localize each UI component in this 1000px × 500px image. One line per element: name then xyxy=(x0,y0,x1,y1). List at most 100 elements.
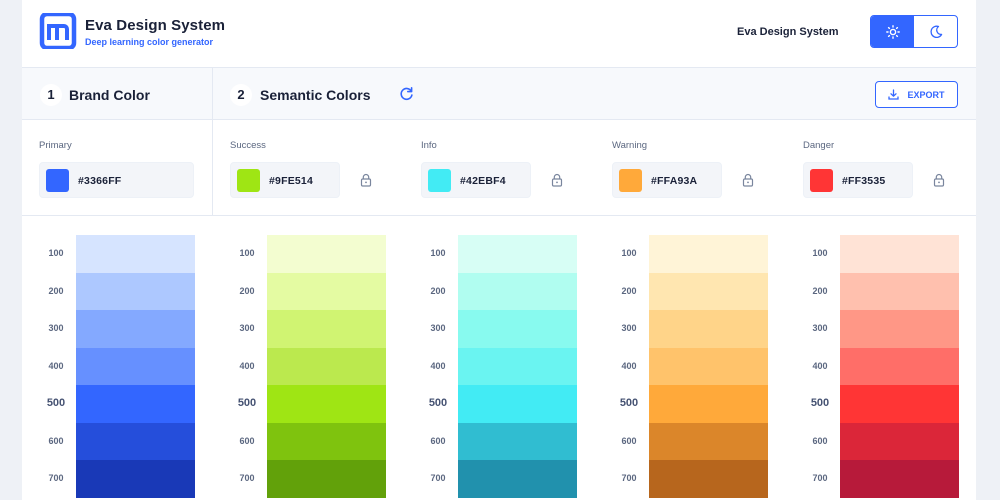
info-lock-icon[interactable] xyxy=(551,173,563,187)
warning-color-input[interactable]: #FFA93A xyxy=(612,162,722,198)
primary-color-input[interactable]: #3366FF xyxy=(39,162,194,198)
danger-shade-label: 400 xyxy=(812,360,828,371)
warning-shade-300[interactable] xyxy=(649,310,768,348)
info-shade-500[interactable] xyxy=(458,385,577,423)
danger-shade-label: 700 xyxy=(812,473,828,483)
warning-lock-icon[interactable] xyxy=(742,173,754,187)
success-color-input[interactable]: #9FE514 xyxy=(230,162,340,198)
success-shade-label: 300 xyxy=(239,323,255,333)
warning-shade-100[interactable] xyxy=(649,235,768,273)
sun-icon xyxy=(885,24,900,39)
warning-shade-label: 300 xyxy=(621,323,637,333)
export-button[interactable]: EXPORT xyxy=(875,81,958,108)
danger-swatch[interactable] xyxy=(810,169,833,192)
warning-shade-label: 100 xyxy=(621,248,637,258)
warning-shade-label: 600 xyxy=(621,435,637,446)
danger-lock-icon[interactable] xyxy=(933,173,945,187)
info-shade-label: 200 xyxy=(430,285,446,296)
brand-color-heading: Brand Color xyxy=(69,87,150,103)
warning-shade-600[interactable] xyxy=(649,422,768,461)
primary-shade-300[interactable] xyxy=(76,310,195,348)
info-color-input[interactable]: #42EBF4 xyxy=(421,162,531,198)
success-swatch[interactable] xyxy=(237,169,260,192)
success-shade-100[interactable] xyxy=(267,235,386,273)
primary-shade-100[interactable] xyxy=(76,235,195,273)
app-subtitle: Deep learning color generator xyxy=(85,37,214,47)
danger-shade-label: 500 xyxy=(810,397,830,409)
danger-shade-500[interactable] xyxy=(840,385,959,423)
success-shade-label: 100 xyxy=(239,248,255,258)
primary-shade-200[interactable] xyxy=(76,272,195,311)
info-hex: #42EBF4 xyxy=(460,175,506,187)
primary-shade-label: 100 xyxy=(48,248,64,258)
danger-shade-label: 600 xyxy=(812,435,828,446)
theme-toggle xyxy=(870,15,958,48)
warning-swatch[interactable] xyxy=(619,169,642,192)
warning-label: Warning xyxy=(612,140,648,151)
warning-shade-label: 700 xyxy=(621,473,637,483)
primary-shade-400[interactable] xyxy=(76,347,195,386)
primary-shade-label: 200 xyxy=(48,285,64,296)
export-label: EXPORT xyxy=(907,89,945,100)
primary-swatch[interactable] xyxy=(46,169,69,192)
semantic-step-number: 2 xyxy=(230,84,252,106)
primary-shade-700[interactable] xyxy=(76,460,195,498)
primary-hex: #3366FF xyxy=(78,175,122,187)
primary-shade-600[interactable] xyxy=(76,422,195,461)
warning-shade-200[interactable] xyxy=(649,272,768,311)
primary-shade-label: 400 xyxy=(48,360,64,371)
danger-shade-600[interactable] xyxy=(840,422,959,461)
brand-step-number: 1 xyxy=(40,84,62,106)
warning-shade-label: 200 xyxy=(621,285,637,296)
danger-shade-400[interactable] xyxy=(840,347,959,386)
section-bar xyxy=(22,68,976,120)
app-window: Eva Design System Deep learning color ge… xyxy=(22,0,976,500)
success-shade-500[interactable] xyxy=(267,385,386,423)
moon-icon xyxy=(929,25,942,38)
dark-theme-button[interactable] xyxy=(914,16,957,47)
success-shade-300[interactable] xyxy=(267,310,386,348)
success-lock-icon[interactable] xyxy=(360,173,372,187)
danger-shade-label: 300 xyxy=(812,323,828,333)
semantic-colors-heading: Semantic Colors xyxy=(260,87,371,103)
primary-shade-label: 600 xyxy=(48,435,64,446)
warning-shade-label: 400 xyxy=(621,360,637,371)
info-shade-200[interactable] xyxy=(458,272,577,311)
warning-shade-500[interactable] xyxy=(649,385,768,423)
success-shade-label: 600 xyxy=(239,435,255,446)
success-shade-label: 500 xyxy=(237,397,257,409)
info-shade-label: 600 xyxy=(430,435,446,446)
danger-color-input[interactable]: #FF3535 xyxy=(803,162,913,198)
primary-shade-500[interactable] xyxy=(76,385,195,423)
info-shade-100[interactable] xyxy=(458,235,577,273)
success-shade-700[interactable] xyxy=(267,460,386,498)
success-shade-200[interactable] xyxy=(267,272,386,311)
info-shade-label: 100 xyxy=(430,248,446,258)
success-shade-600[interactable] xyxy=(267,422,386,461)
app-title: Eva Design System xyxy=(85,17,226,34)
danger-shade-200[interactable] xyxy=(840,272,959,311)
warning-shade-700[interactable] xyxy=(649,460,768,498)
danger-shade-100[interactable] xyxy=(840,235,959,273)
success-shade-400[interactable] xyxy=(267,347,386,386)
light-theme-button[interactable] xyxy=(871,16,914,47)
header: Eva Design System Deep learning color ge… xyxy=(22,0,976,68)
success-shade-label: 400 xyxy=(239,360,255,371)
info-swatch[interactable] xyxy=(428,169,451,192)
refresh-icon[interactable] xyxy=(399,86,414,101)
info-shade-700[interactable] xyxy=(458,460,577,498)
success-shade-label: 700 xyxy=(239,473,255,483)
warning-hex: #FFA93A xyxy=(651,175,698,187)
danger-shade-label: 200 xyxy=(812,285,828,296)
primary-label: Primary xyxy=(39,140,72,151)
info-shade-600[interactable] xyxy=(458,422,577,461)
warning-shade-400[interactable] xyxy=(649,347,768,386)
danger-shade-300[interactable] xyxy=(840,310,959,348)
info-shade-400[interactable] xyxy=(458,347,577,386)
danger-label: Danger xyxy=(803,140,835,151)
header-link[interactable]: Eva Design System xyxy=(737,26,839,38)
info-shade-label: 500 xyxy=(428,397,448,409)
info-shade-300[interactable] xyxy=(458,310,577,348)
danger-shade-700[interactable] xyxy=(840,460,959,498)
success-shade-label: 200 xyxy=(239,285,255,296)
